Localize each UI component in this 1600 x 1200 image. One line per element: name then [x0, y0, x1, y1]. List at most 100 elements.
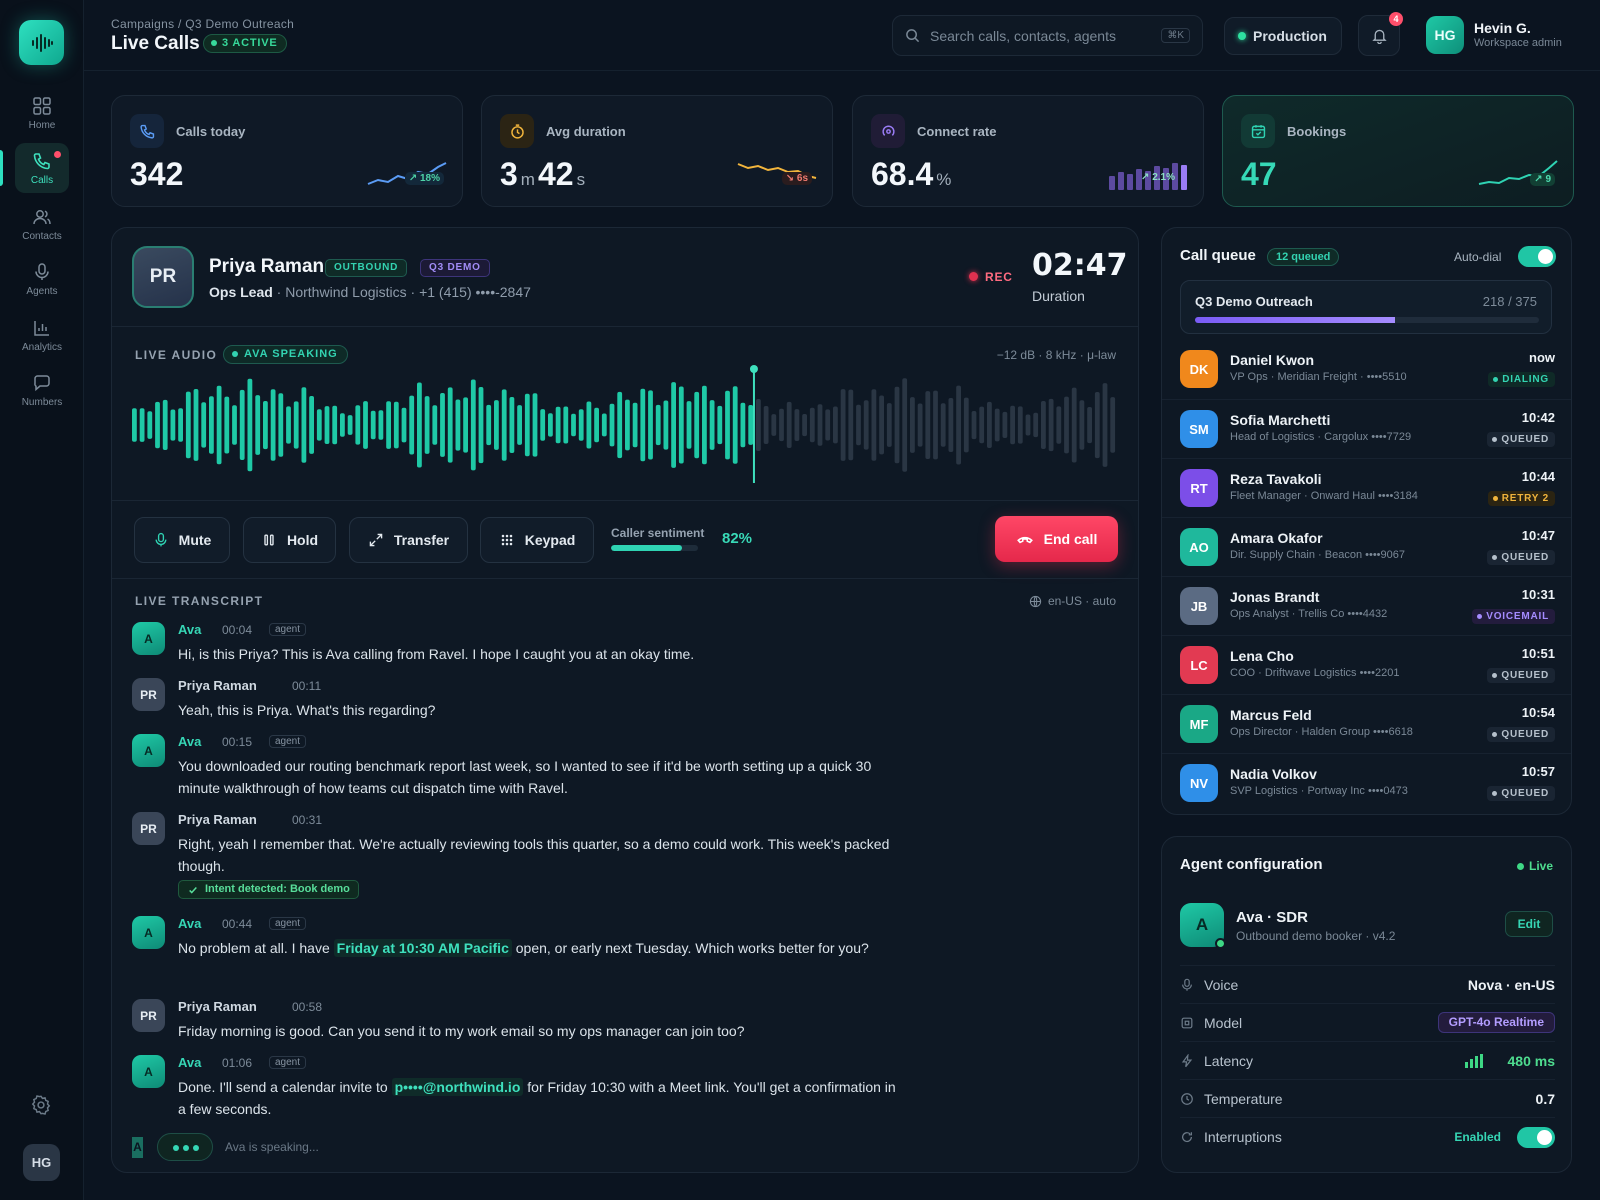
config-row-temperature[interactable]: Temperature 0.7: [1180, 1079, 1555, 1117]
typing-avatar: A: [132, 1137, 143, 1158]
queue-item[interactable]: MF Marcus Feld Ops Director · Halden Group…: [1162, 694, 1571, 753]
user-avatar[interactable]: HG: [23, 1144, 60, 1181]
sidebar-item-contacts[interactable]: Contacts: [15, 199, 69, 249]
sidebar-item-calls[interactable]: Calls: [15, 143, 69, 193]
breadcrumb[interactable]: Campaigns / Q3 Demo Outreach: [111, 17, 294, 31]
message-text: Right, yeah I remember that. We're actua…: [178, 836, 890, 874]
waveform-bar: [216, 385, 222, 465]
user-name[interactable]: Hevin G.: [1474, 20, 1531, 36]
edit-agent-button[interactable]: Edit: [1505, 911, 1553, 937]
autodial-toggle[interactable]: [1518, 246, 1556, 267]
waveform-bar: [563, 406, 569, 444]
active-calls-badge: 3 ACTIVE: [203, 34, 287, 53]
waveform-bar: [840, 389, 846, 461]
waveform-bar: [393, 401, 399, 449]
speaker-tag: agent: [269, 917, 307, 930]
campaign-count: 218 / 375: [1482, 294, 1537, 309]
config-value: 0.7: [1535, 1091, 1555, 1107]
waveform-bar: [178, 408, 183, 442]
config-row-model[interactable]: Model GPT-4o Realtime: [1180, 1003, 1555, 1041]
sentiment-bar: [611, 545, 698, 551]
config-label: Interruptions: [1204, 1129, 1282, 1145]
waveform-bar: [987, 401, 992, 448]
waveform-bar: [786, 401, 792, 448]
status-badge: QUEUED: [1487, 432, 1555, 447]
mute-button[interactable]: Mute: [134, 517, 230, 563]
caller-avatar-small: PR: [132, 678, 165, 711]
config-row-latency[interactable]: Latency 480 ms: [1180, 1041, 1555, 1079]
search-shortcut: ⌘K: [1161, 28, 1190, 43]
speaker-name: Priya Raman: [178, 812, 257, 827]
settings-gear-icon[interactable]: [30, 1094, 52, 1116]
playhead-knob[interactable]: [749, 365, 758, 373]
stat-card-calls-today[interactable]: Calls today 342 ↗ 18%: [111, 95, 463, 207]
model-chip[interactable]: GPT-4o Realtime: [1437, 1012, 1555, 1033]
queue-item[interactable]: SM Sofia Marchetti Head of Logistics · Car…: [1162, 399, 1571, 458]
queue-item[interactable]: RT Reza Tavakoli Fleet Manager · Onward Ha…: [1162, 458, 1571, 517]
queue-item[interactable]: JB Jonas Brandt Ops Analyst · Trellis Co •…: [1162, 576, 1571, 635]
header-divider: [84, 70, 1600, 71]
waveform-bar: [209, 396, 214, 454]
highlighted-entity[interactable]: p••••@northwind.io: [391, 1078, 524, 1096]
sidebar-item-analytics[interactable]: Analytics: [15, 310, 69, 360]
queue-item[interactable]: DK Daniel Kwon VP Ops · Meridian Freight ·…: [1162, 340, 1571, 399]
waveform-bar: [725, 390, 730, 460]
search-input[interactable]: [930, 27, 1150, 44]
stat-label: Bookings: [1287, 124, 1347, 139]
contact-avatar: DK: [1180, 350, 1218, 388]
caller-name[interactable]: Priya Raman: [209, 256, 324, 278]
queue-item[interactable]: LC Lena Cho COO · Driftwave Logistics ••••…: [1162, 635, 1571, 694]
stat-card-bookings[interactable]: Bookings 47 ↗ 9: [1222, 95, 1574, 207]
hold-button[interactable]: Hold: [243, 517, 336, 563]
sidebar-item-agents[interactable]: Agents: [15, 254, 69, 304]
waveform-bar: [902, 378, 908, 472]
environment-selector[interactable]: Production: [1224, 17, 1342, 55]
message-time: 00:11: [292, 679, 322, 693]
waveform-bar: [655, 404, 661, 446]
stat-card-avg-duration[interactable]: Avg duration 3 m42 s ↘ 6s: [481, 95, 833, 207]
campaign-progress-bar: [1195, 317, 1539, 323]
scheduled-time: 10:44: [1521, 469, 1555, 484]
audio-waveform[interactable]: [132, 365, 1118, 485]
waveform-bar: [732, 386, 738, 464]
keypad-button[interactable]: Keypad: [480, 517, 594, 563]
stat-card-connect-rate[interactable]: Connect rate 68.4% ↗ 2.1%: [852, 95, 1204, 207]
config-row-interruptions[interactable]: Interruptions Enabled: [1180, 1117, 1555, 1155]
campaign-progress-card[interactable]: Q3 Demo Outreach 218 / 375: [1180, 280, 1552, 334]
language-indicator[interactable]: en-US · auto: [1029, 594, 1116, 608]
scheduled-time: 10:31: [1521, 587, 1555, 602]
search-bar[interactable]: ⌘K: [892, 15, 1203, 56]
autodial-label: Auto-dial: [1454, 250, 1502, 264]
campaign-tag: Q3 DEMO: [420, 259, 490, 277]
header-user-avatar[interactable]: HG: [1426, 16, 1464, 54]
phone-icon: [130, 114, 164, 148]
search-icon: [906, 29, 920, 43]
duration-sec-unit: s: [576, 170, 586, 189]
queue-item[interactable]: AO Amara Okafor Dir. Supply Chain · Beacon…: [1162, 517, 1571, 576]
intent-chip[interactable]: Intent detected: Book demo: [178, 880, 359, 899]
waveform-bar: [617, 391, 623, 459]
waveform-bar: [355, 405, 361, 445]
call-timer: 02:47: [1032, 248, 1128, 283]
message-time: 00:04: [222, 623, 253, 637]
text-segment: No problem at all. I have: [178, 940, 334, 956]
waveform-bar: [933, 390, 938, 460]
queue-item[interactable]: NV Nadia Volkov SVP Logistics · Portway In…: [1162, 753, 1571, 812]
sidebar-item-numbers[interactable]: Numbers: [15, 365, 69, 415]
status-badge: DIALING: [1488, 372, 1555, 387]
contact-avatar: JB: [1180, 587, 1218, 625]
app-logo[interactable]: [19, 20, 64, 65]
contact-details: Ops Director · Halden Group ••••6618: [1230, 726, 1413, 738]
notifications-button[interactable]: 4: [1358, 12, 1403, 56]
waveform-logo-icon: [31, 33, 53, 52]
interruptions-toggle[interactable]: [1517, 1127, 1555, 1148]
config-row-voice[interactable]: Voice Nova · en-US: [1180, 965, 1555, 1003]
transfer-button[interactable]: Transfer: [349, 517, 468, 563]
end-call-button[interactable]: End call: [995, 516, 1118, 562]
highlighted-entity[interactable]: Friday at 10:30 AM Pacific: [333, 939, 512, 957]
waveform-bar: [833, 406, 838, 444]
waveform-bar: [963, 397, 969, 453]
sidebar-item-home[interactable]: Home: [15, 88, 69, 138]
end-call-label: End call: [1043, 531, 1098, 547]
sidebar-item-label: Calls: [30, 174, 54, 186]
